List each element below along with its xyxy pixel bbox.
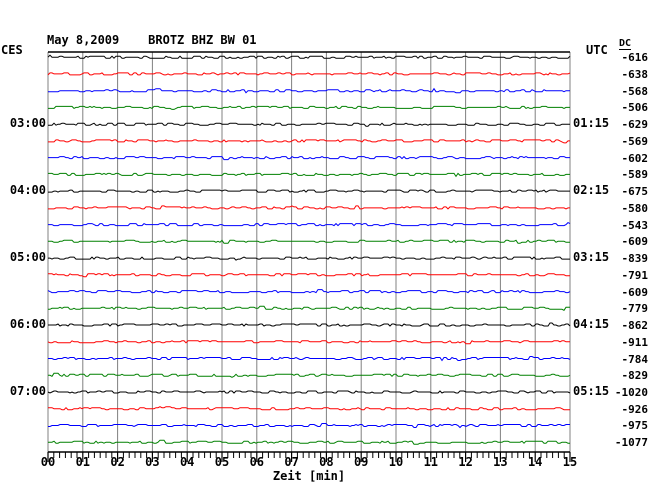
seismic-trace-blue	[48, 356, 571, 362]
x-tick-label: 08	[319, 455, 334, 469]
seismic-trace-blue	[47, 289, 571, 294]
seismic-trace-blue	[48, 155, 570, 161]
seismic-trace-red	[47, 340, 570, 345]
left-time-label: 05:00	[9, 250, 46, 265]
dc-value: -638	[621, 67, 649, 81]
seismic-trace-black	[48, 322, 571, 327]
dc-value: -569	[621, 134, 649, 148]
seismic-trace-blue	[48, 221, 571, 227]
dc-value: -975	[621, 419, 649, 433]
right-time-label: 03:15	[573, 250, 610, 265]
seismic-trace-black	[47, 390, 571, 394]
dc-value: -589	[621, 168, 649, 182]
seismic-trace-red	[48, 273, 570, 278]
x-tick-label: 01	[75, 455, 91, 469]
x-tick-label: 11	[423, 455, 439, 469]
left-timezone-label: CES	[1, 43, 23, 57]
x-tick-label: 09	[353, 455, 369, 469]
x-tick-label: 00	[40, 455, 56, 469]
dc-value: -829	[621, 369, 649, 383]
dc-value: -926	[621, 402, 649, 416]
dc-value: -779	[621, 302, 649, 316]
dc-value: -543	[621, 218, 649, 232]
x-tick-label: 05	[214, 455, 230, 469]
seismic-trace-green	[48, 172, 570, 178]
seismic-trace-blue	[48, 87, 570, 94]
dc-value: -1077	[614, 436, 648, 450]
x-axis-title: Zeit [min]	[272, 469, 346, 483]
dc-value: -784	[621, 352, 649, 366]
left-time-label: 03:00	[9, 116, 46, 131]
seismic-trace-blue	[48, 423, 570, 429]
dc-column-header: DC	[619, 38, 632, 50]
dc-value: -602	[621, 151, 649, 165]
seismic-trace-green	[48, 239, 570, 244]
seismic-trace-black	[47, 54, 571, 59]
seismic-trace-red	[48, 139, 570, 144]
right-time-label: 05:15	[573, 384, 610, 398]
seismic-trace-green	[48, 305, 570, 311]
plot-title: May 8,2009 BROTZ BHZ BW 01	[47, 33, 257, 47]
seismic-trace-green	[48, 105, 570, 110]
left-time-label: 06:00	[9, 317, 46, 332]
x-tick-label: 07	[284, 455, 299, 469]
x-tick-label: 12	[458, 455, 473, 469]
seismic-trace-red	[48, 406, 570, 411]
seismic-trace-black	[48, 256, 570, 261]
x-tick-label: 15	[562, 455, 578, 469]
seismic-trace-red	[48, 205, 570, 210]
seismic-trace-red	[47, 72, 571, 76]
x-tick-label: 02	[110, 455, 125, 469]
dc-value: -609	[621, 285, 649, 299]
dc-value: -791	[621, 268, 649, 282]
helicorder-app: May 8,2009 BROTZ BHZ BW 01 CES UTC DC -6…	[0, 0, 650, 494]
seismic-trace-black	[48, 122, 570, 127]
x-tick-label: 03	[145, 455, 160, 469]
dc-value: -506	[621, 101, 649, 115]
left-time-label: 07:00	[9, 384, 46, 398]
dc-value: -616	[621, 51, 649, 65]
dc-value: -911	[621, 335, 649, 349]
right-time-label: 02:15	[573, 183, 610, 198]
right-time-label: 01:15	[573, 116, 610, 131]
seismic-trace-black	[48, 189, 570, 193]
seismic-trace-green	[48, 372, 571, 378]
x-tick-label: 10	[388, 455, 404, 469]
dc-value: -568	[621, 84, 649, 98]
dc-value: -580	[621, 201, 649, 215]
x-tick-label: 13	[493, 455, 508, 469]
x-tick-label: 14	[527, 455, 543, 469]
seismic-trace-green	[48, 439, 570, 445]
seismogram-plot	[47, 51, 571, 462]
left-time-label: 04:00	[9, 183, 46, 198]
x-tick-label: 06	[249, 455, 265, 469]
x-tick-label: 04	[179, 455, 195, 469]
right-time-label: 04:15	[573, 317, 610, 332]
dc-value: -609	[621, 235, 649, 249]
